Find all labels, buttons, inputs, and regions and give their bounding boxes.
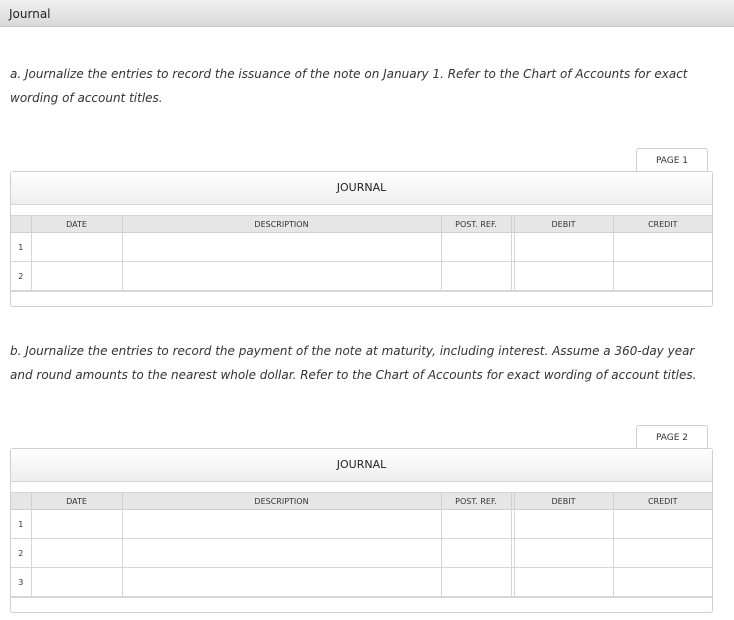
row-number: 2 — [11, 261, 32, 291]
column-header-debit: DEBIT — [513, 216, 614, 233]
column-header-date: DATE — [30, 493, 123, 510]
row-number: 1 — [11, 232, 32, 262]
column-header-post-ref: POST. REF. — [440, 493, 512, 510]
journal-title: JOURNAL — [11, 172, 712, 205]
table-row: 1 — [11, 232, 712, 262]
instruction-part-b: b. Journalize the entries to record the … — [10, 344, 697, 382]
table-row: 2 — [11, 261, 712, 291]
journal-grid: DATE DESCRIPTION POST. REF. DEBIT CREDIT… — [11, 493, 712, 597]
debit-cell[interactable] — [513, 232, 614, 262]
credit-cell[interactable] — [612, 567, 712, 597]
date-cell[interactable] — [30, 261, 123, 291]
post-ref-cell[interactable] — [440, 232, 512, 262]
post-ref-cell[interactable] — [440, 509, 512, 539]
column-header-description: DESCRIPTION — [121, 216, 442, 233]
title-bar: Journal — [0, 0, 734, 27]
journal-grid: DATE DESCRIPTION POST. REF. DEBIT CREDIT… — [11, 216, 712, 291]
credit-cell[interactable] — [612, 538, 712, 568]
date-cell[interactable] — [30, 538, 123, 568]
row-number: 3 — [11, 567, 32, 597]
description-cell[interactable] — [121, 509, 442, 539]
table-row: 1 — [11, 509, 712, 539]
date-cell[interactable] — [30, 567, 123, 597]
window-title: Journal — [9, 7, 51, 21]
row-number: 2 — [11, 538, 32, 568]
column-header-credit: CREDIT — [612, 216, 712, 233]
description-cell[interactable] — [121, 232, 442, 262]
header-row: DATE DESCRIPTION POST. REF. DEBIT CREDIT — [11, 216, 712, 233]
page-tab-2[interactable]: PAGE 2 — [636, 425, 708, 449]
debit-cell[interactable] — [513, 538, 614, 568]
post-ref-cell[interactable] — [440, 261, 512, 291]
column-header-description: DESCRIPTION — [121, 493, 442, 510]
column-header-date: DATE — [30, 216, 123, 233]
description-cell[interactable] — [121, 261, 442, 291]
credit-cell[interactable] — [612, 232, 712, 262]
table-row: 2 — [11, 538, 712, 568]
post-ref-cell[interactable] — [440, 538, 512, 568]
journal-table-a: JOURNAL DATE DESCRIPTION POST. REF. DEBI… — [10, 171, 713, 307]
column-header-post-ref: POST. REF. — [440, 216, 512, 233]
journal-table-b: JOURNAL DATE DESCRIPTION POST. REF. DEBI… — [10, 448, 713, 613]
debit-cell[interactable] — [513, 509, 614, 539]
date-cell[interactable] — [30, 509, 123, 539]
column-header-debit: DEBIT — [513, 493, 614, 510]
header-row: DATE DESCRIPTION POST. REF. DEBIT CREDIT — [11, 493, 712, 510]
description-cell[interactable] — [121, 538, 442, 568]
journal-title: JOURNAL — [11, 449, 712, 482]
credit-cell[interactable] — [612, 509, 712, 539]
date-cell[interactable] — [30, 232, 123, 262]
post-ref-cell[interactable] — [440, 567, 512, 597]
credit-cell[interactable] — [612, 261, 712, 291]
description-cell[interactable] — [121, 567, 442, 597]
row-number: 1 — [11, 509, 32, 539]
instruction-part-a: a. Journalize the entries to record the … — [10, 67, 688, 105]
table-row: 3 — [11, 567, 712, 597]
column-header-credit: CREDIT — [612, 493, 712, 510]
debit-cell[interactable] — [513, 261, 614, 291]
page-tab-1[interactable]: PAGE 1 — [636, 148, 708, 172]
debit-cell[interactable] — [513, 567, 614, 597]
